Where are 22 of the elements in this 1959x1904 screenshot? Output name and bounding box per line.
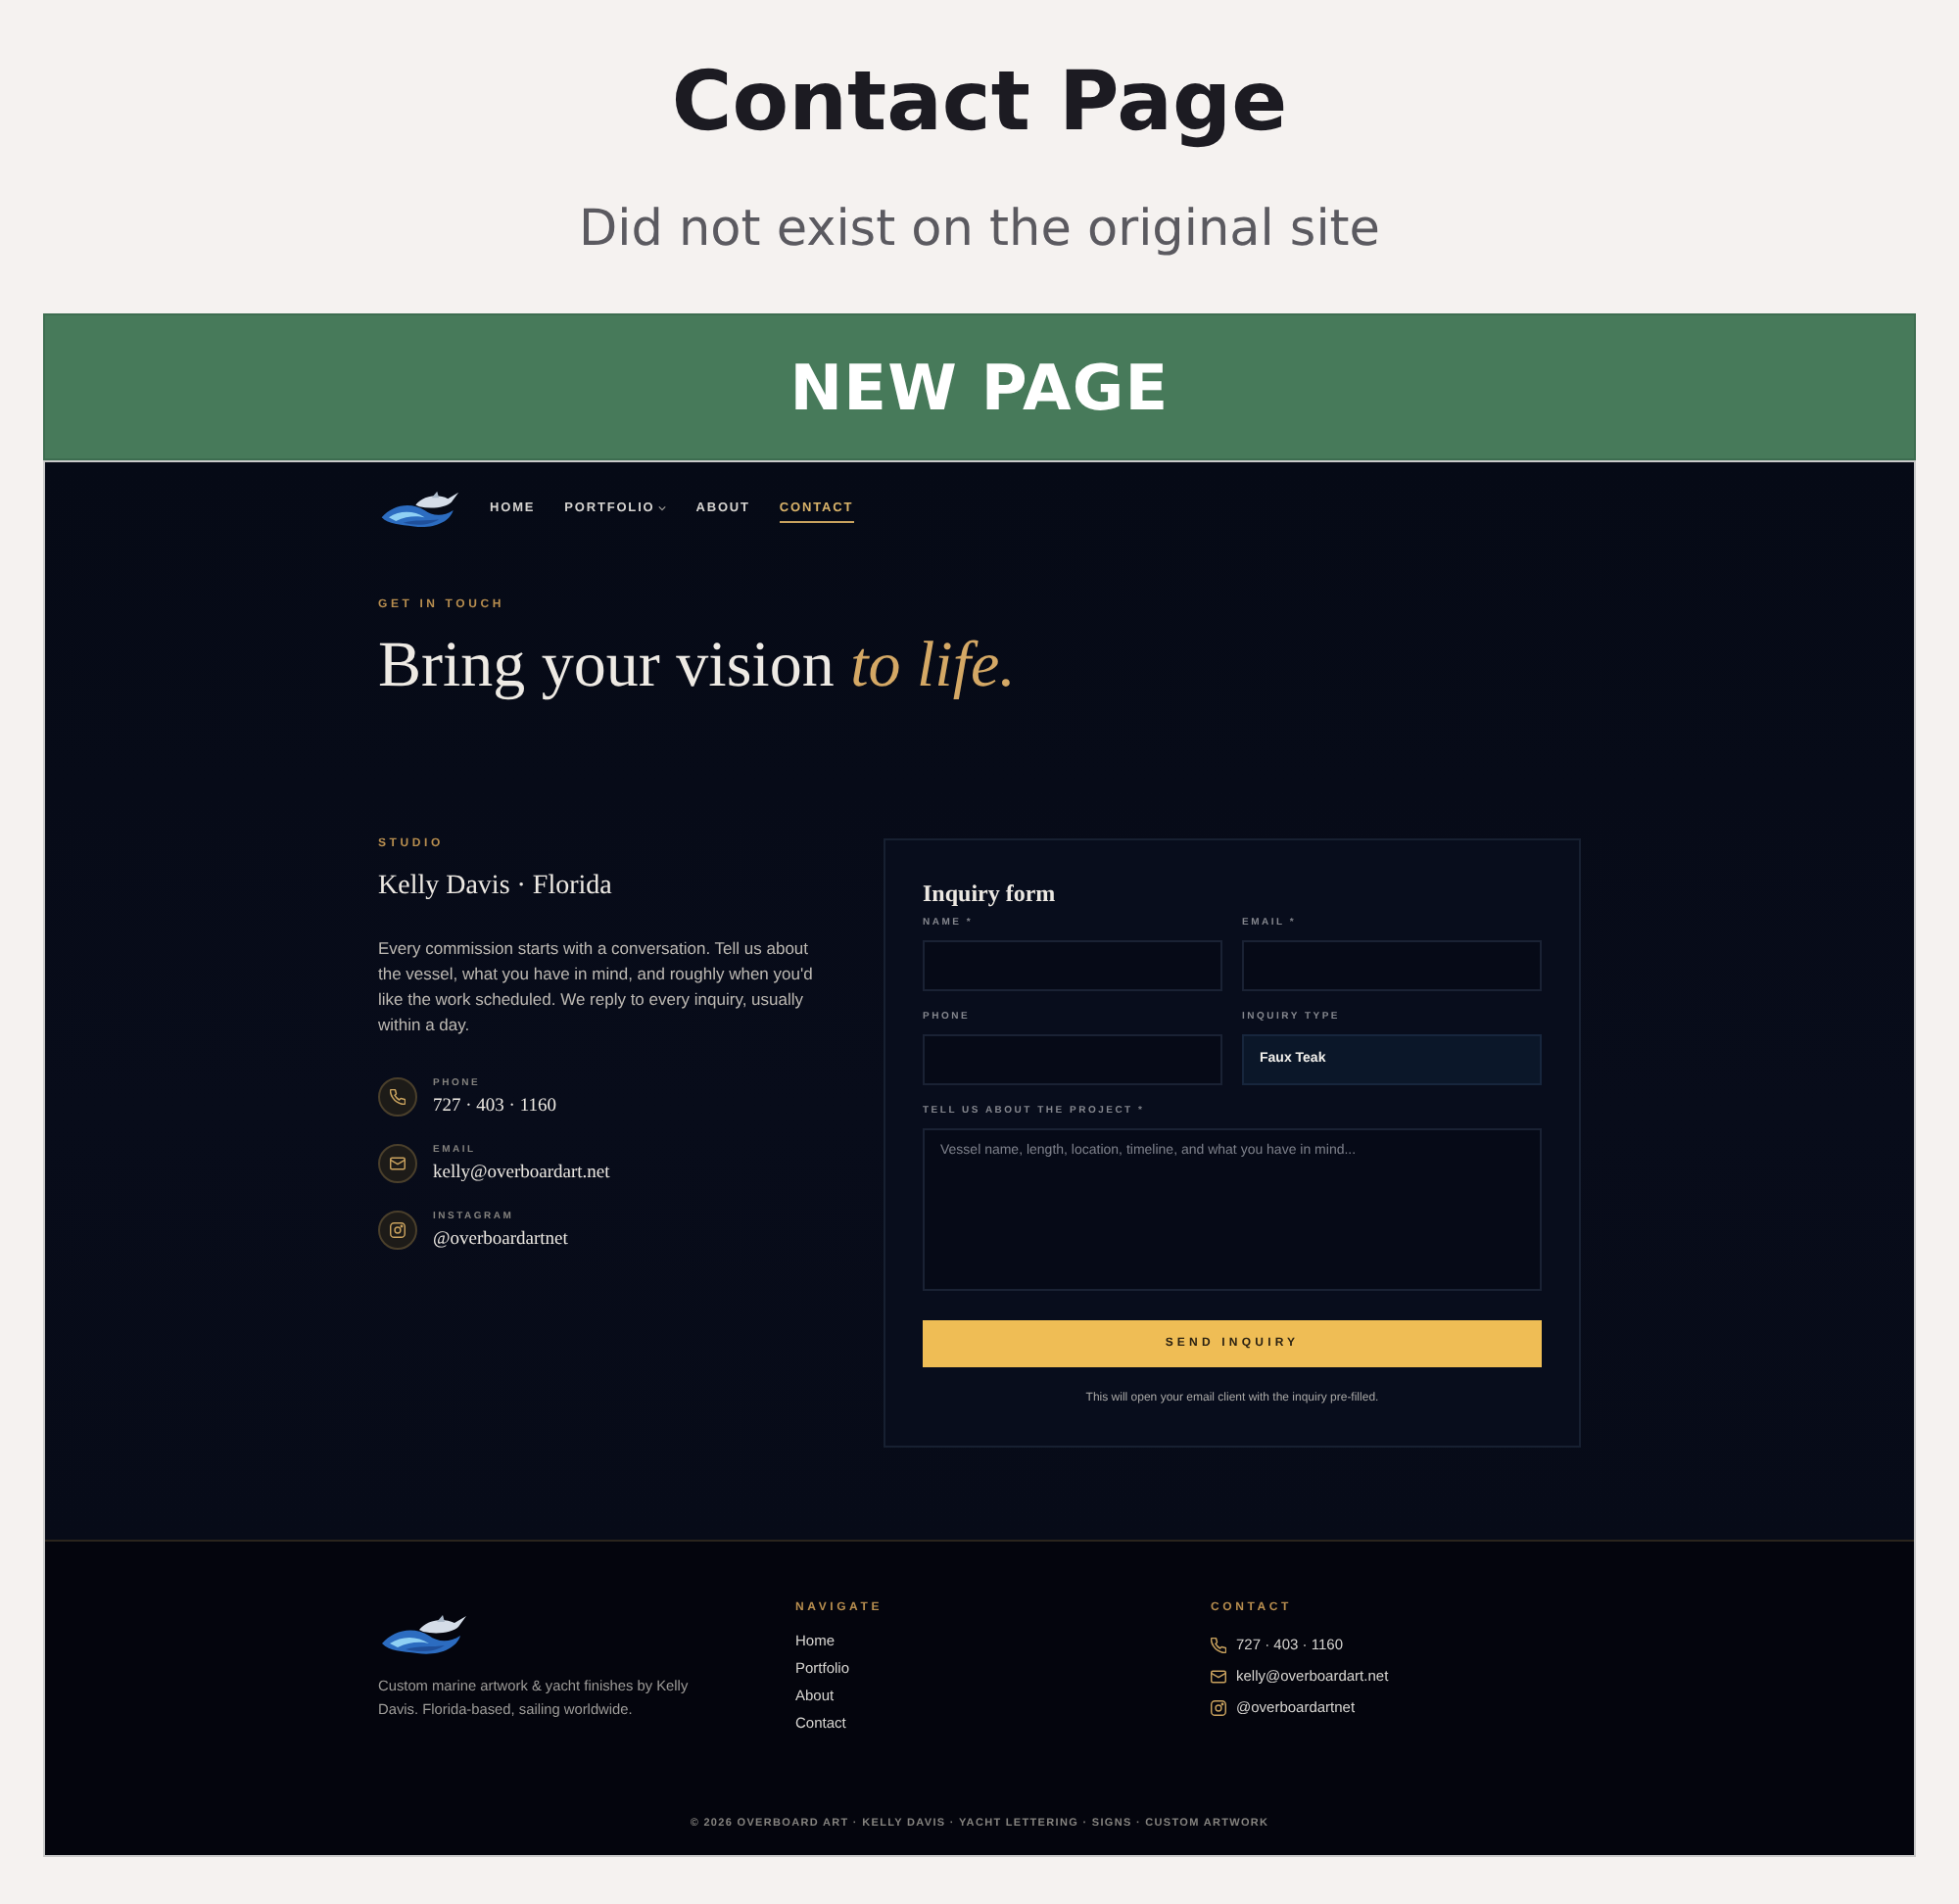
camera-icon bbox=[378, 1211, 417, 1250]
new-page-banner: NEW PAGE bbox=[43, 313, 1916, 460]
contact-value: kelly@overboardart.net bbox=[433, 1162, 610, 1185]
envelope-icon bbox=[378, 1144, 417, 1183]
contact-value: 727 · 403 · 1160 bbox=[433, 1095, 556, 1119]
input-field[interactable] bbox=[923, 1034, 1222, 1085]
page-heading: Bring your vision to life. bbox=[378, 629, 1016, 703]
page-subtitle: Did not exist on the original site bbox=[579, 198, 1380, 261]
contact-value: @overboardartnet bbox=[433, 1228, 568, 1252]
camera-icon bbox=[1211, 1700, 1226, 1716]
form-title: Inquiry form bbox=[923, 880, 1056, 907]
phone-icon bbox=[378, 1077, 417, 1117]
wave-logo-icon[interactable] bbox=[378, 489, 460, 530]
wave-logo-icon bbox=[378, 1614, 468, 1657]
page-title: Contact Page bbox=[671, 51, 1288, 153]
input-field[interactable] bbox=[1242, 940, 1542, 991]
intro-paragraph: Every commission starts with a conversation. Tell us about the vessel, what you have in mind, and roughly when you'd like the work scheduled. We reply to every inquiry, usually within a day. bbox=[378, 936, 815, 1038]
input-field[interactable] bbox=[923, 940, 1222, 991]
studio-name: Kelly Davis · Florida bbox=[378, 870, 612, 905]
phone-icon bbox=[1211, 1638, 1226, 1653]
caret-icon bbox=[658, 505, 667, 511]
envelope-icon bbox=[1211, 1669, 1226, 1685]
